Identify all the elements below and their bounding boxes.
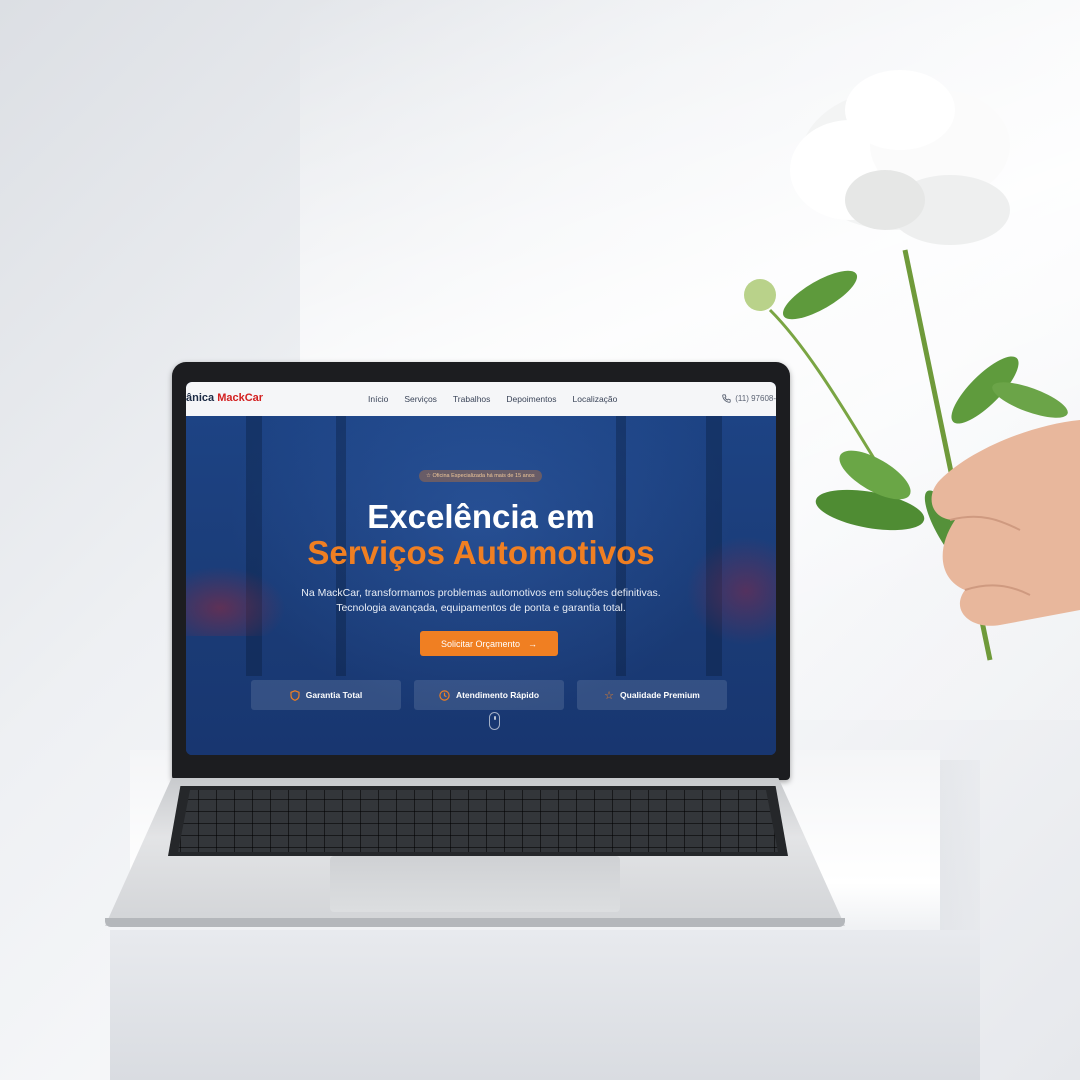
hero-section: ☆ Oficina Especializada há mais de 15 an… — [186, 416, 776, 755]
laptop-base-edge — [105, 918, 845, 927]
brand-logo[interactable]: ânica MackCar — [186, 392, 263, 404]
nav-links: Início Serviços Trabalhos Depoimentos Lo… — [368, 394, 617, 404]
peony-blossom — [790, 70, 1010, 245]
site-navbar: ânica MackCar Início Serviços Trabalhos … — [186, 382, 776, 416]
nav-link-depoimentos[interactable]: Depoimentos — [506, 394, 556, 404]
nav-link-trabalhos[interactable]: Trabalhos — [453, 394, 490, 404]
feature-warranty: Garantia Total — [251, 680, 401, 710]
nav-link-servicos[interactable]: Serviços — [404, 394, 437, 404]
nav-link-localizacao[interactable]: Localização — [573, 394, 618, 404]
nav-phone[interactable]: (11) 97608- — [722, 394, 776, 403]
feature-label: Qualidade Premium — [620, 690, 700, 700]
brand-prefix: ânica — [186, 392, 218, 404]
hero-subtitle-line2: Tecnologia avançada, equipamentos de pon… — [336, 602, 626, 614]
experience-badge: ☆ Oficina Especializada há mais de 15 an… — [419, 470, 542, 482]
phone-number: (11) 97608- — [735, 394, 776, 403]
leaf — [992, 382, 1068, 418]
nav-link-inicio[interactable]: Início — [368, 394, 388, 404]
feature-premium-quality: ☆ Qualidade Premium — [577, 680, 727, 710]
star-icon: ☆ — [604, 689, 615, 702]
scroll-indicator-icon[interactable] — [489, 712, 500, 730]
hand — [931, 420, 1080, 626]
feature-fast-service: Atendimento Rápido — [414, 680, 564, 710]
star-icon: ☆ — [426, 473, 431, 479]
hero-subtitle-line1: Na MackCar, transformamos problemas auto… — [301, 587, 661, 599]
request-quote-button[interactable]: Solicitar Orçamento → — [420, 631, 558, 656]
cta-label: Solicitar Orçamento — [440, 638, 521, 649]
clock-icon — [439, 689, 450, 701]
leaf — [782, 270, 858, 320]
hero-title-line1: Excelência em — [367, 498, 595, 535]
keyboard-keys — [178, 790, 778, 852]
brand-name: MackCar — [217, 392, 264, 404]
pedestal-front — [110, 930, 980, 1080]
phone-icon — [722, 394, 731, 403]
hero-subtitle: Na MackCar, transformamos problemas auto… — [186, 586, 776, 616]
feature-label: Garantia Total — [305, 690, 363, 700]
hero-title-line2: Serviços Automotivos — [307, 534, 655, 571]
feature-label: Atendimento Rápido — [455, 690, 540, 700]
trackpad — [330, 856, 620, 912]
flower-bud — [744, 279, 776, 311]
feature-list: Garantia Total Atendimento Rápido ☆ Qual… — [251, 680, 727, 710]
arrow-right-icon: → — [528, 638, 538, 649]
shield-icon — [290, 689, 300, 701]
badge-text: Oficina Especializada há mais de 15 anos — [432, 473, 535, 479]
laptop-screen: ☆ Oficina Especializada há mais de 15 an… — [186, 382, 776, 755]
